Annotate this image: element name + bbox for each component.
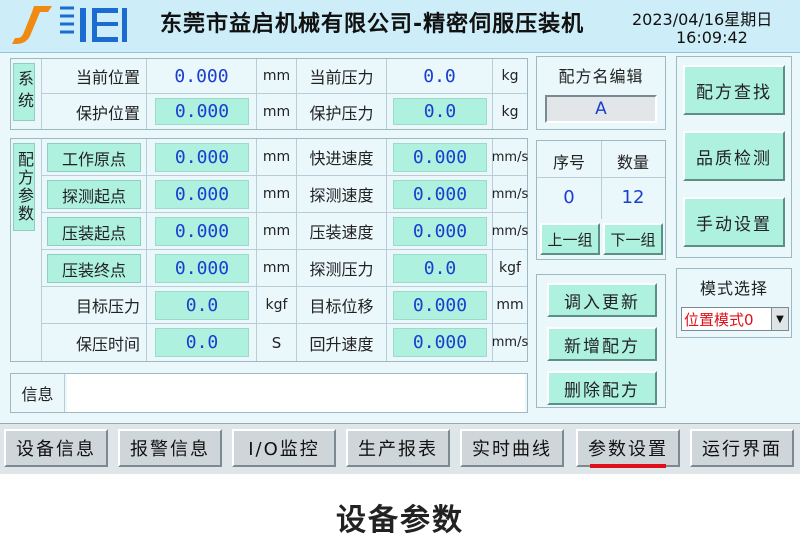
work-origin-unit: mm <box>257 139 297 176</box>
current-position-value[interactable]: 0.000 <box>174 66 228 87</box>
seq-value[interactable]: 0 <box>537 187 601 208</box>
target-displacement-unit: mm <box>493 287 527 324</box>
press-start-input[interactable]: 0.000 <box>155 217 249 246</box>
fast-speed-input[interactable]: 0.000 <box>393 143 487 172</box>
recipe-name-title: 配方名编辑 <box>558 67 644 86</box>
qty-value[interactable]: 12 <box>601 187 665 208</box>
nav-parameter-settings[interactable]: 参数设置 <box>576 429 680 467</box>
return-speed-input[interactable]: 0.000 <box>393 328 487 357</box>
info-label: 信息 <box>11 374 65 412</box>
work-origin-button[interactable]: 工作原点 <box>47 143 141 172</box>
probe-start-button[interactable]: 探测起点 <box>47 180 141 209</box>
protect-position-input[interactable]: 0.000 <box>155 98 249 125</box>
probe-speed-unit: mm/s <box>492 176 528 213</box>
current-position-cell: 0.000 <box>147 59 257 94</box>
quality-check-button[interactable]: 品质检测 <box>683 131 785 181</box>
current-position-unit: mm <box>257 59 297 94</box>
probe-start-input[interactable]: 0.000 <box>155 180 249 209</box>
company-logo <box>12 6 127 44</box>
press-end-button[interactable]: 压装终点 <box>47 254 141 283</box>
prev-group-button[interactable]: 上一组 <box>540 223 600 255</box>
side-actions-panel: 配方查找 品质检测 手动设置 <box>676 56 792 258</box>
load-update-button[interactable]: 调入更新 <box>547 283 657 317</box>
probe-pressure-unit: kgf <box>493 250 527 287</box>
delete-recipe-button[interactable]: 删除配方 <box>547 371 657 405</box>
hold-time-input[interactable]: 0.0 <box>155 328 249 357</box>
recipe-table: 配方参数 工作原点 0.000 mm 快进速度 0.000 mm/s 探测起点 … <box>10 138 528 362</box>
return-speed-label: 回升速度 <box>297 324 387 361</box>
current-pressure-value[interactable]: 0.0 <box>423 66 456 87</box>
nav-production-report[interactable]: 生产报表 <box>346 429 450 467</box>
hmi-screen: 东莞市益启机械有限公司-精密伺服压装机 2023/04/16星期日 16:09:… <box>0 0 800 474</box>
probe-speed-input[interactable]: 0.000 <box>393 180 487 209</box>
info-row: 信息 <box>10 373 528 413</box>
press-end-unit: mm <box>257 250 297 287</box>
active-tab-indicator <box>590 464 666 468</box>
add-recipe-button[interactable]: 新增配方 <box>547 327 657 361</box>
protect-pressure-unit: kg <box>501 103 519 120</box>
probe-pressure-label: 探测压力 <box>297 250 387 287</box>
probe-start-unit: mm <box>257 176 297 213</box>
company-title: 东莞市益启机械有限公司-精密伺服压装机 <box>160 12 585 37</box>
work-origin-input[interactable]: 0.000 <box>155 143 249 172</box>
target-displacement-label: 目标位移 <box>297 287 387 324</box>
return-speed-unit: mm/s <box>491 335 529 350</box>
group-panel: 序号 数量 0 12 上一组 下一组 <box>536 140 666 260</box>
fast-speed-unit: mm/s <box>492 139 528 176</box>
current-position-label: 当前位置 <box>41 59 147 94</box>
probe-pressure-input[interactable]: 0.0 <box>393 254 487 283</box>
target-displacement-input[interactable]: 0.000 <box>393 291 487 320</box>
mode-select-title: 模式选择 <box>699 279 768 298</box>
current-pressure-unit: kg <box>493 59 527 94</box>
nav-io-monitor[interactable]: I/O监控 <box>232 429 336 467</box>
fast-speed-label: 快进速度 <box>297 139 387 176</box>
current-pressure-label: 当前压力 <box>297 59 387 94</box>
recipe-name-panel: 配方名编辑 A <box>536 56 666 130</box>
manual-setting-button[interactable]: 手动设置 <box>683 197 785 247</box>
probe-speed-label: 探测速度 <box>297 176 387 213</box>
hold-time-label: 保压时间 <box>41 324 147 361</box>
press-speed-unit: mm/s <box>492 213 528 250</box>
mode-select-value: 位置模式0 <box>684 311 754 329</box>
protect-pressure-label: 保护压力 <box>297 94 387 129</box>
info-field <box>67 374 525 412</box>
recipe-name-input[interactable]: A <box>545 95 657 123</box>
protect-position-unit: mm <box>257 94 297 129</box>
mode-select-panel: 模式选择 位置模式0 ▼ <box>676 268 792 338</box>
system-section-label: 系统 <box>13 63 35 121</box>
hold-time-unit: S <box>257 324 297 361</box>
date-display: 2023/04/16星期日 <box>632 10 773 29</box>
chevron-down-icon[interactable]: ▼ <box>771 308 788 330</box>
nav-device-info[interactable]: 设备信息 <box>4 429 108 467</box>
seq-label: 序号 <box>552 153 585 172</box>
nav-realtime-curve[interactable]: 实时曲线 <box>460 429 564 467</box>
target-pressure-unit: kgf <box>257 287 297 324</box>
target-pressure-label: 目标压力 <box>41 287 147 324</box>
recipe-find-button[interactable]: 配方查找 <box>683 65 785 115</box>
bottom-nav: 设备信息 报警信息 I/O监控 生产报表 实时曲线 参数设置 运行界面 <box>0 423 800 474</box>
next-group-button[interactable]: 下一组 <box>603 223 663 255</box>
target-pressure-input[interactable]: 0.0 <box>155 291 249 320</box>
recipe-section-label: 配方参数 <box>13 143 35 231</box>
press-speed-input[interactable]: 0.000 <box>393 217 487 246</box>
nav-alarm-info[interactable]: 报警信息 <box>118 429 222 467</box>
press-end-input[interactable]: 0.000 <box>155 254 249 283</box>
qty-label: 数量 <box>616 153 649 172</box>
recipe-actions-panel: 调入更新 新增配方 删除配方 <box>536 274 666 408</box>
header-bar: 东莞市益启机械有限公司-精密伺服压装机 2023/04/16星期日 16:09:… <box>0 0 800 53</box>
mode-select-dropdown[interactable]: 位置模式0 ▼ <box>681 307 789 331</box>
nav-run-screen[interactable]: 运行界面 <box>690 429 794 467</box>
press-start-button[interactable]: 压装起点 <box>47 217 141 246</box>
protect-position-label: 保护位置 <box>41 94 147 129</box>
time-display: 16:09:42 <box>676 28 748 47</box>
page-caption: 设备参数 <box>336 503 464 538</box>
protect-pressure-input[interactable]: 0.0 <box>393 98 487 125</box>
system-table: 系统 当前位置 0.000 mm 当前压力 0.0 kg 保护位置 0.000 … <box>10 58 528 130</box>
press-speed-label: 压装速度 <box>297 213 387 250</box>
current-pressure-cell: 0.0 <box>387 59 493 94</box>
press-start-unit: mm <box>257 213 297 250</box>
